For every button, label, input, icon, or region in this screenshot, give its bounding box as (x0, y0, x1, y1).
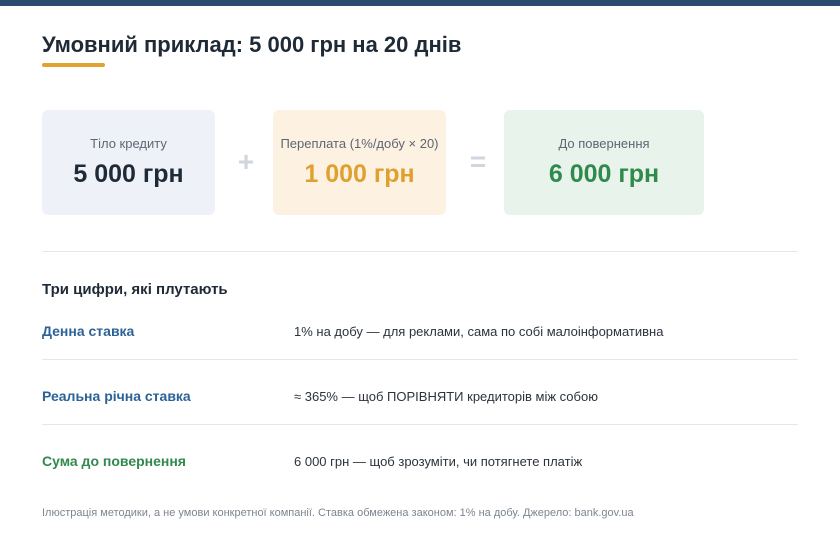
row-description: 6 000 грн — щоб зрозуміти, чи потягнете … (294, 454, 583, 469)
row-description: ≈ 365% — щоб ПОРІВНЯТИ кредиторів між со… (294, 389, 598, 404)
equals-operator: = (469, 146, 487, 177)
footnote: Ілюстрація методики, а не умови конкретн… (42, 507, 634, 519)
overpayment-label: Переплата (1%/добу × 20) (280, 136, 439, 151)
page-title: Умовний приклад: 5 000 грн на 20 днів (42, 32, 462, 57)
row-divider (42, 359, 798, 360)
list-item: Сума до повернення 6 000 грн — щоб зрозу… (42, 453, 798, 473)
row-divider (42, 424, 798, 425)
row-label: Сума до повернення (42, 453, 186, 469)
total-value: 6 000 грн (548, 160, 660, 188)
principal-label: Тіло кредиту (90, 136, 167, 151)
title-underline (42, 63, 105, 67)
section-divider (42, 251, 798, 252)
list-item: Денна ставка 1% на добу — для реклами, с… (42, 323, 798, 343)
plus-operator: + (237, 146, 255, 177)
total-card: До повернення 6 000 грн (504, 110, 704, 215)
section-heading: Три цифри, які плутають (42, 281, 228, 298)
list-item: Реальна річна ставка ≈ 365% — щоб ПОРІВН… (42, 388, 798, 408)
row-description: 1% на добу — для реклами, сама по собі м… (294, 324, 664, 339)
overpayment-value: 1 000 грн (304, 160, 415, 188)
principal-value: 5 000 грн (73, 160, 184, 188)
overpayment-card: Переплата (1%/добу × 20) 1 000 грн (273, 110, 446, 215)
total-label: До повернення (558, 136, 650, 151)
row-label: Денна ставка (42, 323, 135, 339)
row-label: Реальна річна ставка (42, 388, 191, 404)
principal-card: Тіло кредиту 5 000 грн (42, 110, 215, 215)
top-accent-bar (0, 0, 840, 6)
